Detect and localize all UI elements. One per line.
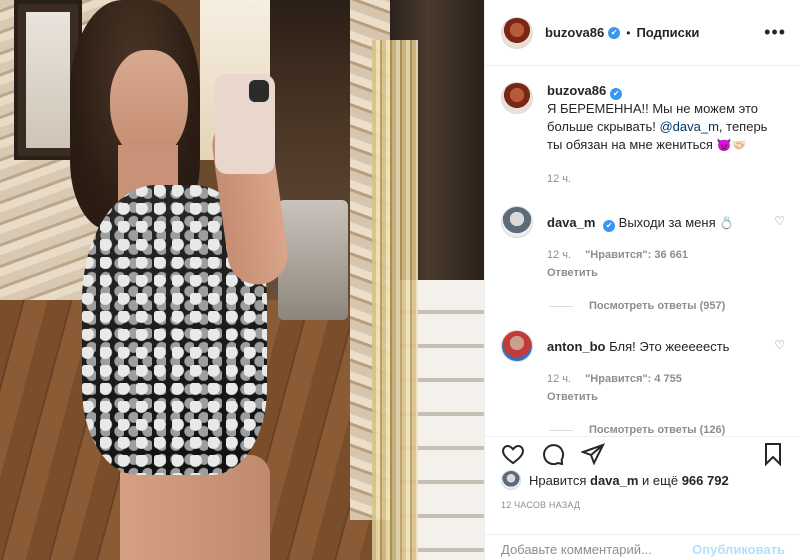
post-photo[interactable] xyxy=(0,0,484,560)
comment-likes[interactable]: "Нравится": 36 661 xyxy=(585,246,688,264)
reply-button[interactable]: Ответить xyxy=(547,264,785,282)
liker-avatar[interactable] xyxy=(501,470,521,490)
comment-text: Выходи за меня xyxy=(618,215,716,230)
bench xyxy=(278,200,348,320)
post-header: buzova86 ✔ • Подписки ••• xyxy=(485,0,800,66)
view-replies-button[interactable]: Посмотреть ответы (126) xyxy=(549,424,785,436)
comment-icon[interactable] xyxy=(541,442,565,466)
verified-icon: ✔ xyxy=(610,88,623,100)
caption-time[interactable]: 12 ч. xyxy=(547,170,571,188)
curtain xyxy=(372,40,418,560)
separator-dot: • xyxy=(626,25,631,40)
comment-time[interactable]: 12 ч. xyxy=(547,370,571,388)
comment-time[interactable]: 12 ч. xyxy=(547,246,571,264)
caption-emoji: 😈🤝🏻 xyxy=(716,138,747,152)
comment-like-heart-icon[interactable]: ♡ xyxy=(774,338,785,352)
comment-item: dava_m ✔ Выходи за меня 💍 12 ч. "Нравитс… xyxy=(501,206,785,282)
phone-in-hand xyxy=(215,74,275,174)
likes-prefix: Нравится xyxy=(529,472,587,488)
reply-button[interactable]: Ответить xyxy=(547,388,785,406)
bookmark-icon[interactable] xyxy=(761,442,785,466)
replies-line xyxy=(549,429,573,431)
author-username[interactable]: buzova86 xyxy=(545,25,604,40)
publish-button[interactable]: Опубликовать xyxy=(692,542,785,557)
view-replies-label[interactable]: Посмотреть ответы (957) xyxy=(589,300,725,312)
add-comment-bar: Опубликовать xyxy=(485,534,800,560)
replies-line xyxy=(549,305,573,307)
commenter-username[interactable]: dava_m xyxy=(547,215,595,230)
comment-input[interactable] xyxy=(501,542,693,557)
likes-count[interactable]: 966 792 xyxy=(682,473,729,488)
commenter-avatar[interactable] xyxy=(501,330,533,362)
caption-author-avatar[interactable] xyxy=(501,82,533,114)
commenter-username[interactable]: anton_bo xyxy=(547,339,606,354)
liker-username[interactable]: dava_m xyxy=(590,473,638,488)
caption-author[interactable]: buzova86 xyxy=(547,83,606,98)
likes-middle: и ещё xyxy=(642,472,679,488)
commenter-avatar[interactable] xyxy=(501,206,533,238)
comment-item: anton_bo Бля! Это жееееесть 12 ч. "Нрави… xyxy=(501,330,785,406)
following-button[interactable]: Подписки xyxy=(636,25,699,40)
comment-text: Бля! Это жееееесть xyxy=(609,339,730,354)
heart-icon[interactable] xyxy=(501,442,525,466)
comment-like-heart-icon[interactable]: ♡ xyxy=(774,214,785,228)
post-details-panel: buzova86 ✔ • Подписки ••• buzova86 ✔ Я БЕ… xyxy=(484,0,800,560)
caption: buzova86 ✔ Я БЕРЕМЕННА!! Мы не можем это … xyxy=(501,82,785,188)
author-avatar[interactable] xyxy=(501,16,533,49)
liked-by[interactable]: Нравится dava_m и ещё 966 792 xyxy=(501,470,729,490)
more-horizontal-icon[interactable]: ••• xyxy=(764,22,786,43)
view-replies-button[interactable]: Посмотреть ответы (957) xyxy=(549,300,785,312)
woman-face xyxy=(110,50,188,160)
verified-icon: ✔ xyxy=(608,26,621,39)
view-replies-label[interactable]: Посмотреть ответы (126) xyxy=(589,424,725,436)
post-actions xyxy=(485,436,800,466)
verified-icon: ✔ xyxy=(603,220,616,232)
comments-list[interactable]: buzova86 ✔ Я БЕРЕМЕННА!! Мы не можем это … xyxy=(485,66,800,436)
comment-likes[interactable]: "Нравится": 4 755 xyxy=(585,370,682,388)
comment-emoji: 💍 xyxy=(719,216,735,230)
mention-link[interactable]: @dava_m xyxy=(659,119,718,134)
post-timestamp[interactable]: 12 ЧАСОВ НАЗАД xyxy=(501,500,580,510)
share-icon[interactable] xyxy=(581,442,605,466)
